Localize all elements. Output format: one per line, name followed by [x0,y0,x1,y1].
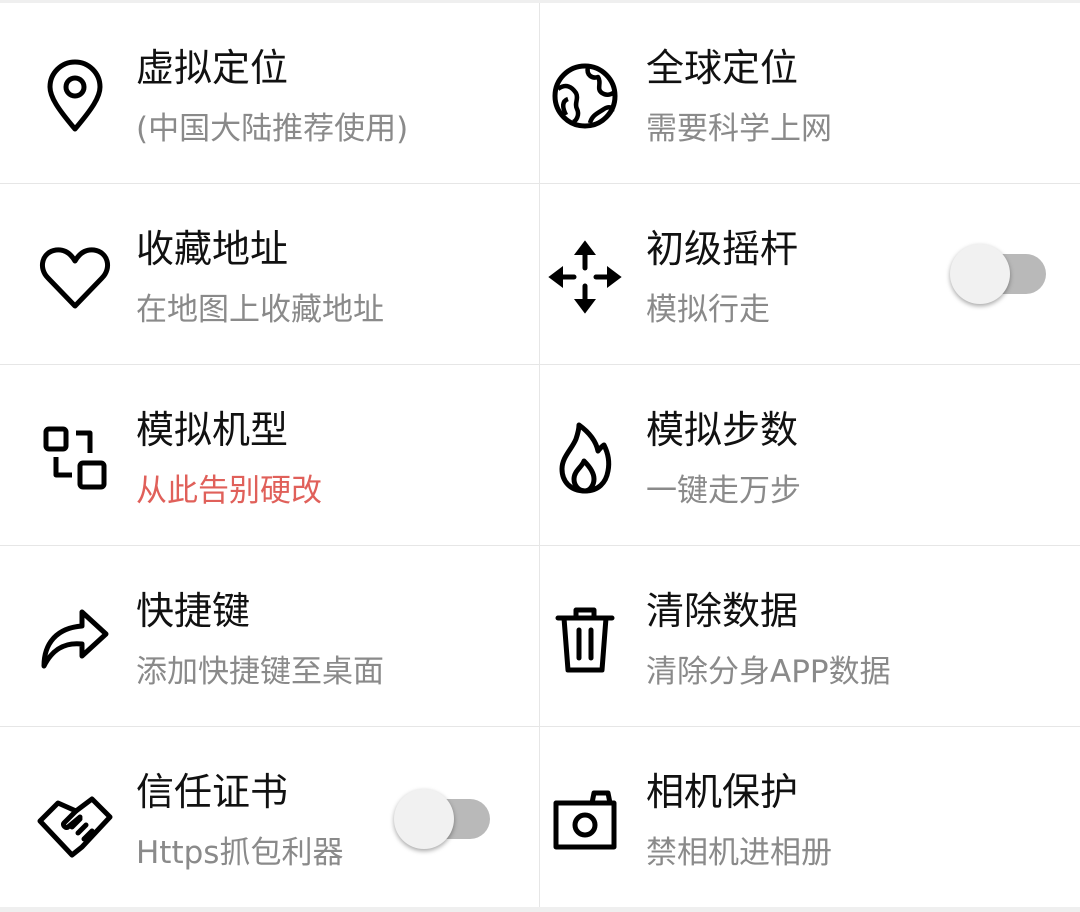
column-divider [539,3,540,907]
item-title: 全球定位 [646,46,799,90]
item-subtitle: 一键走万步 [646,473,801,509]
feature-simulate-device[interactable]: 模拟机型 从此告别硬改 [0,365,539,545]
item-subtitle: 添加快捷键至桌面 [136,654,384,690]
feature-grid: 虚拟定位 (中国大陆推荐使用) 全球定位 需要科学上网 收藏地址 在地图上收藏地… [0,3,1080,907]
joystick-toggle[interactable] [950,244,1046,304]
item-subtitle: 模拟行走 [646,292,770,328]
item-title: 收藏地址 [136,227,289,271]
item-subtitle: 从此告别硬改 [136,473,322,509]
flame-icon [546,419,624,497]
item-subtitle: 需要科学上网 [646,111,832,147]
feature-global-location[interactable]: 全球定位 需要科学上网 [540,3,1080,183]
item-title: 模拟步数 [646,408,799,452]
toggle-knob [394,789,454,849]
trash-icon [546,600,624,678]
feature-trust-certificate[interactable]: 信任证书 Https抓包利器 [0,727,539,907]
handshake-icon [36,781,114,859]
certificate-toggle[interactable] [394,789,490,849]
feature-camera-protection[interactable]: 相机保护 禁相机进相册 [540,727,1080,907]
camera-icon [546,781,624,859]
move-arrows-icon [546,238,624,316]
item-subtitle: 禁相机进相册 [646,835,832,871]
feature-simulate-steps[interactable]: 模拟步数 一键走万步 [540,365,1080,545]
item-title: 虚拟定位 [136,46,289,90]
devices-icon [36,419,114,497]
globe-icon [546,57,624,135]
item-title: 信任证书 [136,770,289,814]
feature-favorite-address[interactable]: 收藏地址 在地图上收藏地址 [0,184,539,364]
row-divider [0,726,1080,727]
feature-clear-data[interactable]: 清除数据 清除分身APP数据 [540,546,1080,726]
row-divider [0,183,1080,184]
item-subtitle: Https抓包利器 [136,835,344,871]
item-title: 模拟机型 [136,408,289,452]
feature-shortcut[interactable]: 快捷键 添加快捷键至桌面 [0,546,539,726]
toggle-knob [950,244,1010,304]
item-subtitle: 在地图上收藏地址 [136,292,384,328]
item-subtitle: 清除分身APP数据 [646,654,891,690]
feature-virtual-location[interactable]: 虚拟定位 (中国大陆推荐使用) [0,3,539,183]
heart-icon [36,238,114,316]
item-title: 相机保护 [646,770,799,814]
item-title: 快捷键 [136,589,251,633]
share-arrow-icon [36,600,114,678]
item-subtitle: (中国大陆推荐使用) [136,111,409,147]
location-pin-icon [36,57,114,135]
item-title: 清除数据 [646,589,799,633]
row-divider [0,545,1080,546]
row-divider [0,364,1080,365]
feature-basic-joystick[interactable]: 初级摇杆 模拟行走 [540,184,1080,364]
item-title: 初级摇杆 [646,227,799,271]
